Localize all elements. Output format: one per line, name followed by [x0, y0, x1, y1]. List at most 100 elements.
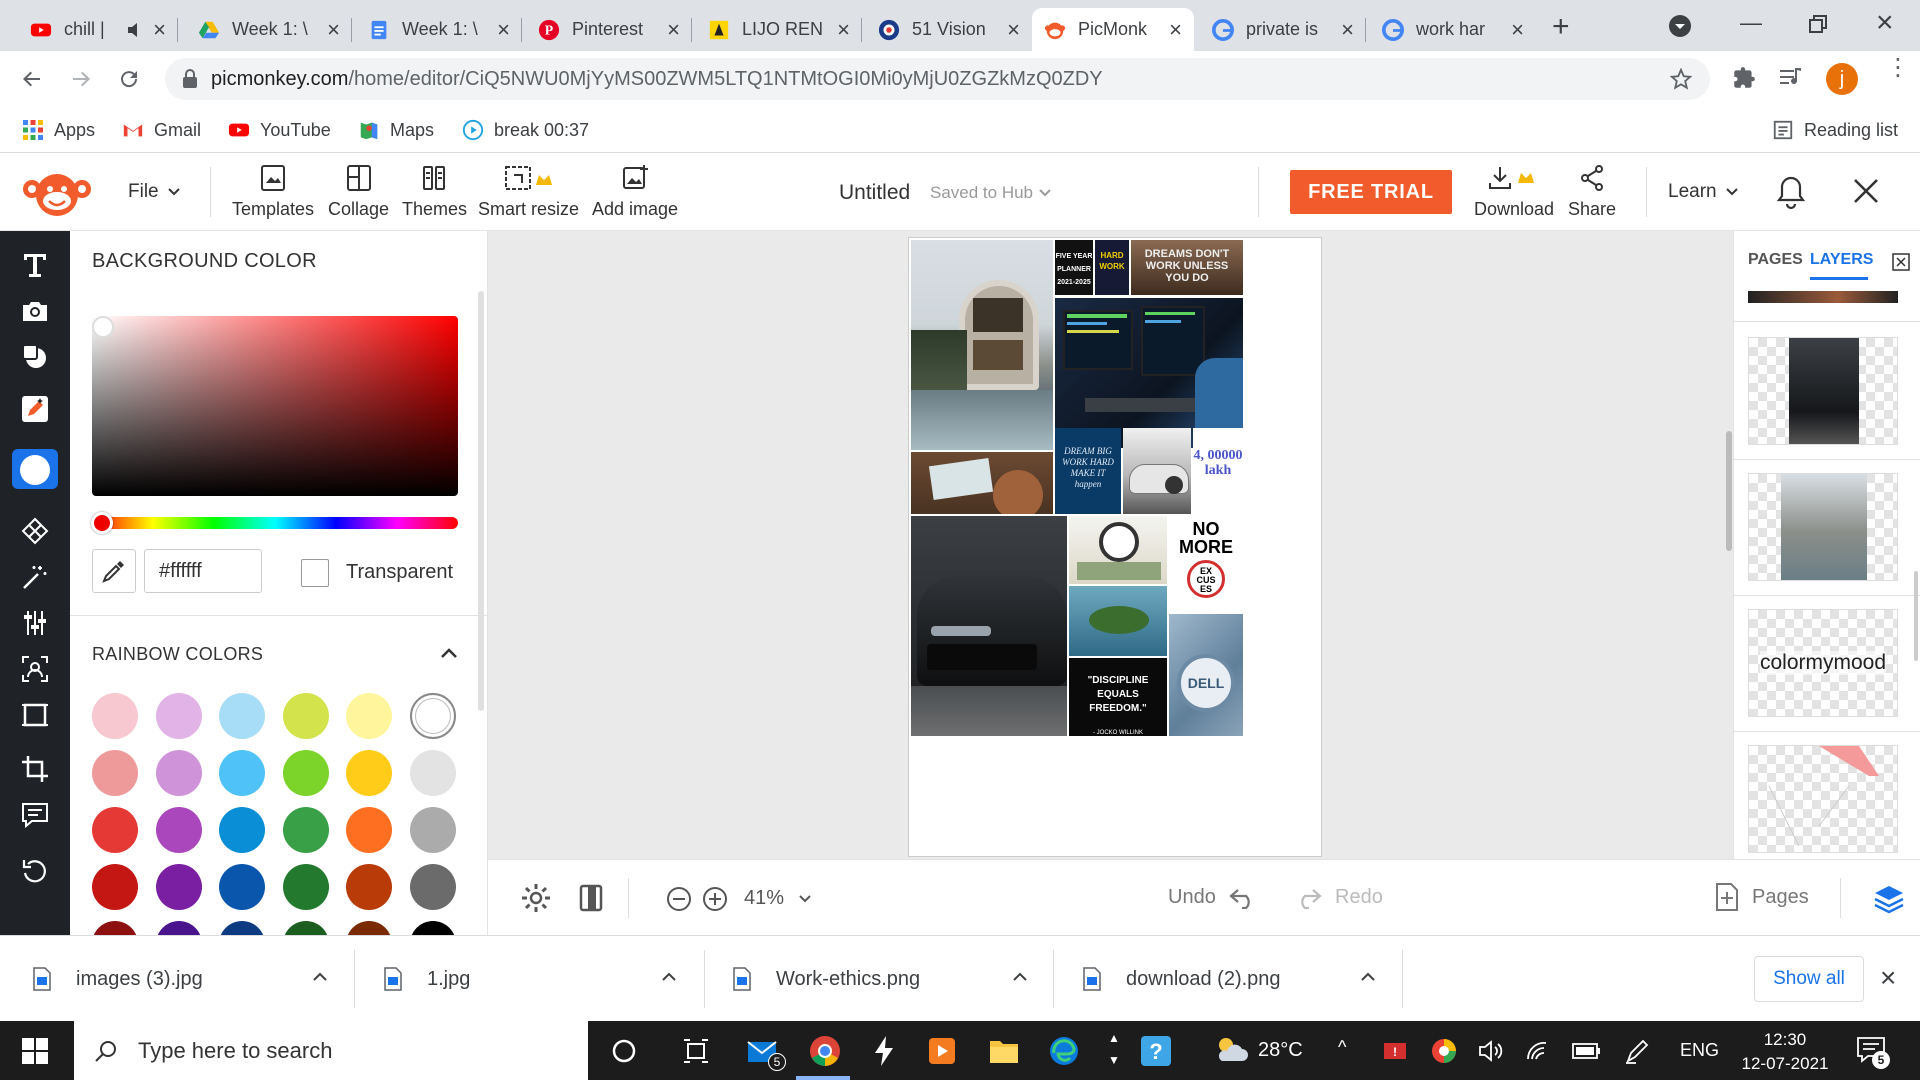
five-year-planner-tile[interactable]: FIVE YEAR PLANNER 2021-2025 — [1055, 240, 1093, 295]
color-swatch[interactable] — [155, 807, 202, 853]
tab-layers[interactable]: LAYERS — [1810, 251, 1873, 269]
templates-button[interactable]: Templates — [232, 163, 314, 220]
color-swatch[interactable] — [409, 921, 456, 935]
hex-color-input[interactable]: #ffffff — [144, 549, 262, 593]
weather-widget[interactable]: 28°C — [1214, 1035, 1303, 1065]
edit-tool[interactable] — [17, 391, 53, 427]
add-image-button[interactable]: Add image — [592, 163, 678, 220]
color-swatch[interactable] — [155, 864, 202, 910]
coding-desk-photo[interactable] — [1055, 298, 1243, 448]
zoom-level-dropdown[interactable]: 41% — [744, 887, 812, 910]
layers-scrollbar[interactable] — [1914, 571, 1918, 661]
taskbar-mail[interactable]: 5 — [746, 1033, 786, 1071]
layer-thumbnail-house[interactable] — [1748, 473, 1898, 581]
address-bar[interactable]: picmonkey.com/home/editor/CiQ5NWU0MjYyMS… — [165, 58, 1710, 100]
media-control-icon[interactable] — [1778, 66, 1804, 90]
fit-canvas-icon[interactable] — [576, 882, 606, 914]
minimize-button[interactable]: — — [1740, 10, 1762, 36]
color-swatch[interactable] — [219, 750, 265, 796]
textures-tool[interactable] — [17, 513, 53, 549]
background-color-tool-active[interactable] — [0, 441, 70, 499]
windows-start-icon[interactable] — [22, 1038, 48, 1064]
color-swatch[interactable] — [282, 807, 329, 853]
pages-button[interactable]: Pages — [1714, 882, 1809, 912]
close-window-button[interactable]: × — [1876, 6, 1894, 40]
crop-tool[interactable] — [17, 751, 53, 787]
color-swatch[interactable] — [346, 807, 392, 853]
color-swatch[interactable] — [282, 921, 329, 935]
color-swatch[interactable] — [92, 807, 138, 853]
comments-tool[interactable] — [17, 797, 53, 833]
dream-big-tile[interactable]: DREAM BIG WORK HARD MAKE IT happen — [1055, 428, 1121, 514]
volume-icon[interactable] — [1478, 1039, 1504, 1063]
hard-work-tile[interactable]: HARD WORK — [1095, 240, 1129, 295]
star-icon[interactable] — [1670, 68, 1692, 90]
panel-scrollbar[interactable] — [478, 291, 484, 711]
alarm-clock-money-photo[interactable] — [1069, 516, 1167, 584]
clock[interactable]: 12:30 12-07-2021 — [1740, 1028, 1830, 1076]
lakh-goal-tile[interactable]: 4, 00000 lakh — [1193, 428, 1243, 514]
chevron-up-icon[interactable] — [1360, 970, 1376, 982]
close-tab-icon[interactable]: × — [837, 18, 850, 41]
color-swatch[interactable] — [92, 864, 138, 910]
close-tab-icon[interactable]: × — [153, 18, 166, 41]
color-swatch[interactable] — [409, 750, 456, 796]
color-swatch[interactable] — [92, 750, 138, 796]
taskbar-file-explorer[interactable] — [986, 1033, 1022, 1069]
close-editor-icon[interactable] — [1852, 177, 1880, 205]
color-swatch[interactable] — [92, 693, 138, 739]
adjust-tool[interactable] — [17, 605, 53, 641]
tab-private[interactable]: private is × — [1200, 8, 1366, 51]
color-picker-handle[interactable] — [92, 316, 114, 338]
reload-button[interactable] — [113, 63, 145, 95]
discipline-quote-tile[interactable]: "DISCIPLINE EQUALS FREEDOM." - JOCKO WIL… — [1069, 658, 1167, 736]
frames-tool[interactable] — [17, 697, 53, 733]
modern-house-photo[interactable] — [911, 240, 1053, 450]
themes-button[interactable]: Themes — [402, 163, 467, 220]
close-panel-icon[interactable] — [1892, 253, 1910, 271]
close-tab-icon[interactable]: × — [1511, 18, 1524, 41]
forward-button[interactable] — [65, 63, 97, 95]
zoom-in-icon[interactable] — [702, 886, 728, 912]
taskbar-lightning-app[interactable] — [866, 1033, 902, 1069]
speaker-icon[interactable] — [125, 20, 145, 40]
restore-icon[interactable] — [1808, 14, 1828, 34]
color-swatch[interactable] — [219, 807, 265, 853]
color-picker-gradient[interactable] — [92, 316, 458, 496]
taskbar-search[interactable]: Type here to search — [74, 1021, 588, 1080]
color-swatch[interactable] — [92, 921, 138, 935]
bookmark-maps[interactable]: Maps — [358, 115, 434, 145]
color-swatch[interactable] — [155, 750, 202, 796]
sports-car-photo[interactable] — [1123, 428, 1191, 514]
bookmark-break-timer[interactable]: break 00:37 — [462, 115, 589, 145]
taskbar-overflow-arrows[interactable]: ▲ ▼ — [1104, 1027, 1124, 1075]
color-swatch[interactable] — [155, 921, 202, 935]
chevron-up-icon[interactable] — [312, 970, 328, 982]
taskbar-help-app[interactable]: ? — [1138, 1033, 1174, 1069]
show-hidden-icons[interactable]: ^ — [1338, 1037, 1346, 1058]
touch-up-tool[interactable] — [17, 651, 53, 687]
settings-gear-icon[interactable] — [520, 882, 552, 914]
document-title[interactable]: Untitled — [839, 181, 910, 205]
canvas-scrollbar[interactable] — [1726, 431, 1732, 551]
layer-thumbnail-car[interactable] — [1748, 337, 1898, 445]
island-resort-photo[interactable] — [1069, 586, 1167, 656]
layer-thumbnail-shape[interactable] — [1748, 745, 1898, 853]
download-item[interactable]: images (3).jpg — [32, 936, 332, 1022]
close-tab-icon[interactable]: × — [667, 18, 680, 41]
hue-slider-handle[interactable] — [91, 512, 113, 534]
transparent-checkbox[interactable] — [301, 559, 329, 587]
tab-search-icon[interactable] — [1668, 14, 1692, 38]
color-wheel-icon[interactable] — [1430, 1037, 1458, 1065]
tab-week1-drive[interactable]: Week 1: \ × — [186, 8, 352, 51]
dreams-quote-tile[interactable]: DREAMS DON'T WORK UNLESS YOU DO — [1131, 240, 1243, 295]
reading-list[interactable]: Reading list — [1772, 115, 1898, 145]
layer-thumbnail-text[interactable]: colormymood — [1748, 609, 1898, 717]
color-swatch[interactable] — [346, 921, 392, 935]
battery-icon[interactable] — [1572, 1041, 1602, 1061]
tab-lijo[interactable]: LIJO REN × — [696, 8, 862, 51]
tab-work-hard[interactable]: work har × — [1370, 8, 1536, 51]
black-mustang-photo[interactable] — [911, 516, 1067, 736]
graphics-tool[interactable] — [17, 339, 53, 375]
color-swatch[interactable] — [346, 750, 392, 796]
